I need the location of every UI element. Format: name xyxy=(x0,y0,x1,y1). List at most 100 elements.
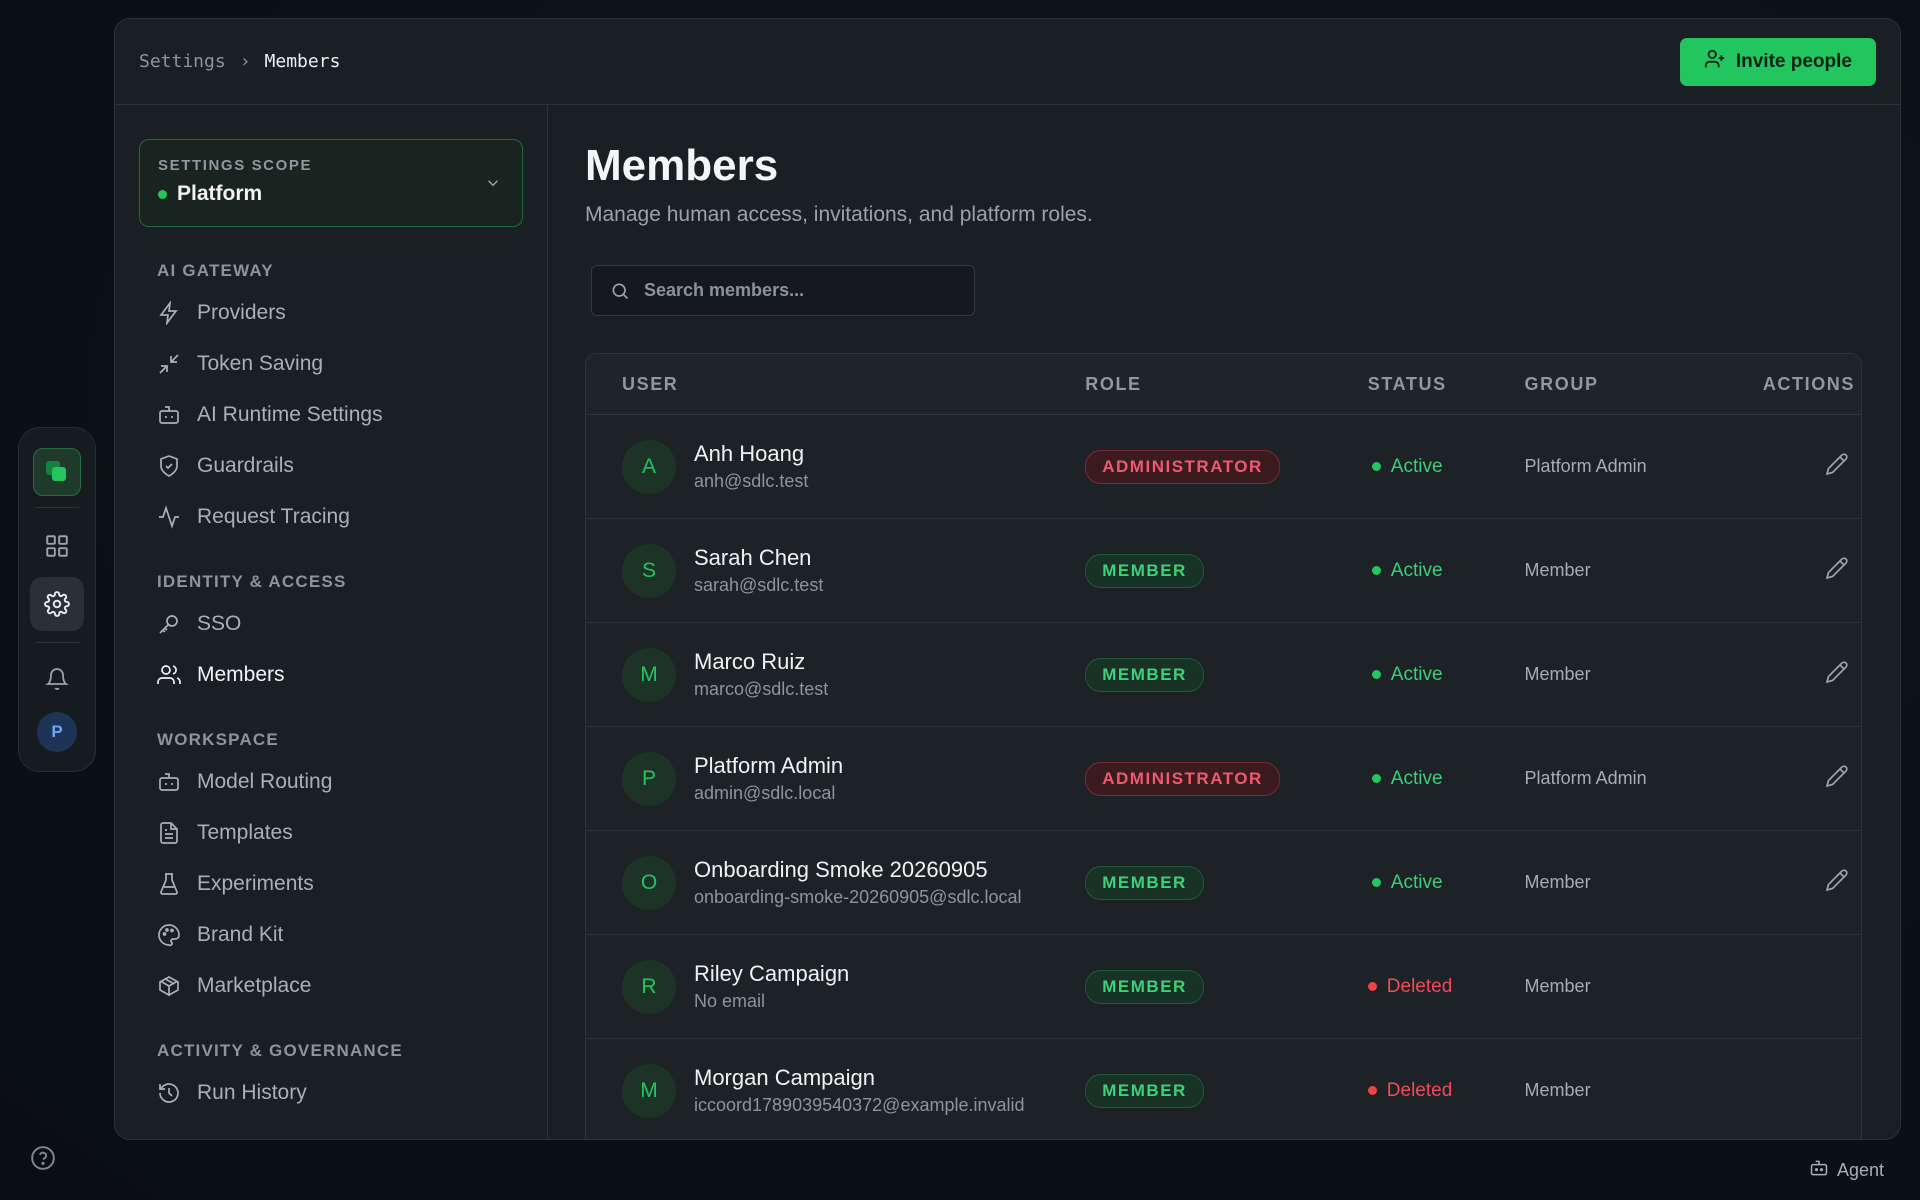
user-avatar: M xyxy=(622,1063,676,1118)
sidebar-item-guardrails[interactable]: Guardrails xyxy=(139,440,523,491)
search-input[interactable] xyxy=(644,280,944,301)
settings-gear-icon[interactable] xyxy=(30,577,84,631)
settings-scope-select[interactable]: SETTINGS SCOPE Platform xyxy=(139,139,523,227)
sidebar-item-token-saving[interactable]: Token Saving xyxy=(139,338,523,389)
user-cell: P Platform Admin admin@sdlc.local xyxy=(586,751,1085,806)
breadcrumb-settings[interactable]: Settings xyxy=(139,51,226,72)
sidebar-item-request-tracing[interactable]: Request Tracing xyxy=(139,491,523,542)
role-cell: MEMBER xyxy=(1085,1073,1368,1108)
sidebar-item-model-routing[interactable]: Model Routing xyxy=(139,756,523,807)
role-badge: MEMBER xyxy=(1085,553,1204,588)
sidebar-item-experiments[interactable]: Experiments xyxy=(139,858,523,909)
actions-cell xyxy=(1726,764,1861,793)
status-indicator: Active xyxy=(1368,664,1525,686)
scope-value-row: Platform xyxy=(158,182,504,206)
status-cell: Active xyxy=(1368,664,1525,686)
role-badge: MEMBER xyxy=(1085,969,1204,1004)
column-header-role: ROLE xyxy=(1085,373,1142,394)
status-dot xyxy=(1371,878,1381,887)
role-badge: MEMBER xyxy=(1085,865,1204,900)
agent-button[interactable]: Agent xyxy=(1809,1158,1884,1183)
user-name: Morgan Campaign xyxy=(694,1065,875,1090)
edit-pencil-icon[interactable] xyxy=(1825,556,1849,585)
breadcrumb-current: Members xyxy=(264,51,341,72)
role-cell: MEMBER xyxy=(1085,969,1368,1004)
top-bar: Settings › Members Invite people xyxy=(115,19,1900,105)
breadcrumb: Settings › Members xyxy=(139,51,340,72)
sidebar-item-run-history[interactable]: Run History xyxy=(139,1067,523,1118)
invite-people-button[interactable]: Invite people xyxy=(1679,37,1876,86)
breadcrumb-separator: › xyxy=(239,51,251,72)
agent-label: Agent xyxy=(1836,1160,1884,1180)
sidebar-item-providers[interactable]: Providers xyxy=(139,287,523,338)
sidebar-item-members[interactable]: Members xyxy=(139,649,523,700)
user-info: Platform Admin admin@sdlc.local xyxy=(694,753,843,804)
edit-pencil-icon[interactable] xyxy=(1825,868,1849,897)
page-subtitle: Manage human access, invitations, and pl… xyxy=(585,203,1093,226)
search-icon xyxy=(612,283,629,299)
package-icon xyxy=(159,975,179,996)
activity-icon xyxy=(159,504,179,529)
members-content: Members Manage human access, invitations… xyxy=(549,105,1900,1139)
key-icon xyxy=(159,614,178,634)
status-text: Active xyxy=(1390,663,1443,685)
status-text: Active xyxy=(1390,559,1443,581)
user-avatar: O xyxy=(622,855,676,910)
dashboard-grid-icon[interactable] xyxy=(30,519,84,573)
history-icon xyxy=(159,1082,179,1103)
sidebar-item-label: AI Runtime Settings xyxy=(197,402,383,426)
sidebar-item-label: Model Routing xyxy=(197,769,333,793)
edit-pencil-icon[interactable] xyxy=(1825,764,1849,793)
sidebar-item-label: Token Saving xyxy=(197,351,324,375)
user-name: Marco Ruiz xyxy=(694,649,806,674)
users-icon xyxy=(157,664,181,684)
main-panel: Settings › Members Invite people SETTING… xyxy=(114,18,1901,1140)
status-cell: Active xyxy=(1368,768,1525,790)
actions-cell xyxy=(1726,452,1861,481)
edit-pencil-icon[interactable] xyxy=(1825,660,1849,689)
sidebar-item-marketplace[interactable]: Marketplace xyxy=(139,960,523,1011)
sidebar-item-templates[interactable]: Templates xyxy=(139,807,523,858)
column-header-actions: ACTIONS xyxy=(1762,373,1856,394)
notifications-bell-icon[interactable] xyxy=(30,652,84,706)
sidebar-item-label: Templates xyxy=(197,820,293,844)
table-row: A Anh Hoang anh@sdlc.test ADMINISTRATOR … xyxy=(586,415,1861,519)
scope-value: Platform xyxy=(177,182,263,205)
status-cell: Deleted xyxy=(1367,976,1525,998)
status-dot xyxy=(1371,462,1381,471)
status-text: Active xyxy=(1390,871,1443,893)
sidebar-item-brand-kit[interactable]: Brand Kit xyxy=(139,909,523,960)
group-cell: Member xyxy=(1524,1080,1591,1100)
group-cell: Platform Admin xyxy=(1524,456,1647,476)
status-dot xyxy=(1367,982,1377,991)
table-row: O Onboarding Smoke 20260905 onboarding-s… xyxy=(586,831,1861,935)
nav-group-ai-gateway: AI GATEWAY xyxy=(157,261,274,280)
flask-icon xyxy=(160,872,178,895)
page-title: Members xyxy=(585,141,779,190)
sidebar-item-label: SSO xyxy=(197,611,242,635)
status-dot xyxy=(1371,670,1381,679)
sidebar-item-label: Marketplace xyxy=(197,973,312,997)
app-rail: P xyxy=(18,427,96,772)
user-email: marco@sdlc.test xyxy=(694,679,829,699)
rail-divider xyxy=(35,507,79,508)
sidebar-item-label: Members xyxy=(197,662,285,686)
sidebar-item-sso[interactable]: SSO xyxy=(139,598,523,649)
sidebar-item-label: Guardrails xyxy=(197,453,294,477)
user-plus-icon xyxy=(1704,48,1726,76)
status-text: Active xyxy=(1390,455,1443,477)
user-name: Onboarding Smoke 20260905 xyxy=(694,857,988,882)
chevron-down-icon xyxy=(484,174,502,197)
user-email: onboarding-smoke-20260905@sdlc.local xyxy=(694,887,1022,907)
sidebar-item-ai-runtime-settings[interactable]: AI Runtime Settings xyxy=(139,389,523,440)
help-icon[interactable] xyxy=(30,1145,56,1176)
bot-icon xyxy=(1809,1158,1829,1183)
table-row: M Morgan Campaign iccoord1789039540372@e… xyxy=(586,1039,1861,1139)
user-avatar[interactable]: P xyxy=(37,712,77,752)
app-logo-icon[interactable] xyxy=(33,448,81,496)
user-avatar: P xyxy=(622,751,676,806)
table-row: M Marco Ruiz marco@sdlc.test MEMBER Acti… xyxy=(586,623,1861,727)
edit-pencil-icon[interactable] xyxy=(1825,452,1849,481)
user-email: anh@sdlc.test xyxy=(694,471,809,491)
search-box[interactable] xyxy=(591,265,975,316)
